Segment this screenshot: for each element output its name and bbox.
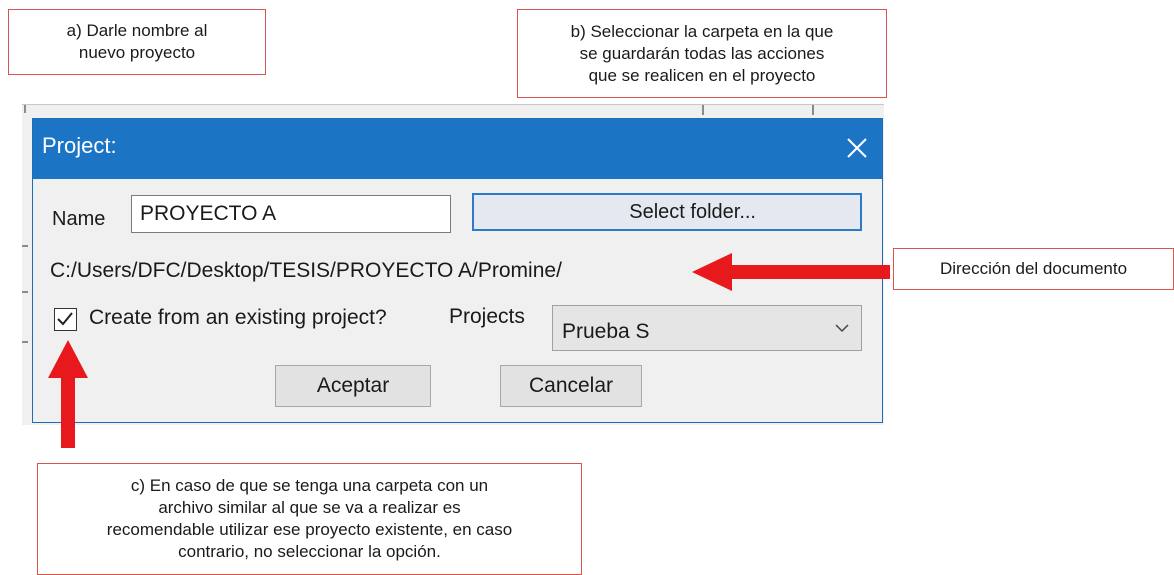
dialog-title: Project:	[42, 133, 117, 158]
background-tick	[22, 341, 28, 343]
arrow-up-icon	[48, 340, 88, 448]
select-folder-button[interactable]: Select folder...	[472, 193, 862, 231]
existing-project-label: Create from an existing project?	[89, 306, 387, 329]
name-label: Name	[52, 208, 106, 230]
background-tick	[812, 105, 814, 115]
accept-button[interactable]: Aceptar	[275, 365, 431, 407]
annotation-direccion: Dirección del documento	[893, 248, 1174, 290]
close-button[interactable]	[840, 131, 874, 165]
page: a) Darle nombre al nuevo proyecto b) Sel…	[0, 0, 1174, 575]
annotation-c: c) En caso de que se tenga una carpeta c…	[37, 463, 582, 575]
background-tick	[702, 105, 704, 115]
dialog-titlebar[interactable]: Project:	[33, 119, 882, 179]
projects-selected-value: Prueba S	[562, 320, 650, 343]
background-tick	[24, 105, 26, 113]
annotation-a: a) Darle nombre al nuevo proyecto	[8, 9, 266, 75]
background-tick	[22, 245, 28, 247]
checkmark-icon	[57, 312, 73, 326]
arrow-left-icon	[692, 253, 890, 291]
annotation-b: b) Seleccionar la carpeta en la que se g…	[517, 9, 887, 98]
folder-path: C:/Users/DFC/Desktop/TESIS/PROYECTO A/Pr…	[50, 259, 562, 282]
cancel-button[interactable]: Cancelar	[500, 365, 642, 407]
close-icon	[847, 138, 867, 158]
chevron-down-icon	[835, 324, 849, 333]
projects-dropdown[interactable]: Prueba S	[552, 305, 862, 351]
projects-label: Projects	[449, 305, 525, 328]
name-input[interactable]	[131, 195, 451, 233]
existing-project-checkbox[interactable]	[54, 308, 77, 331]
background-tick	[22, 291, 28, 293]
